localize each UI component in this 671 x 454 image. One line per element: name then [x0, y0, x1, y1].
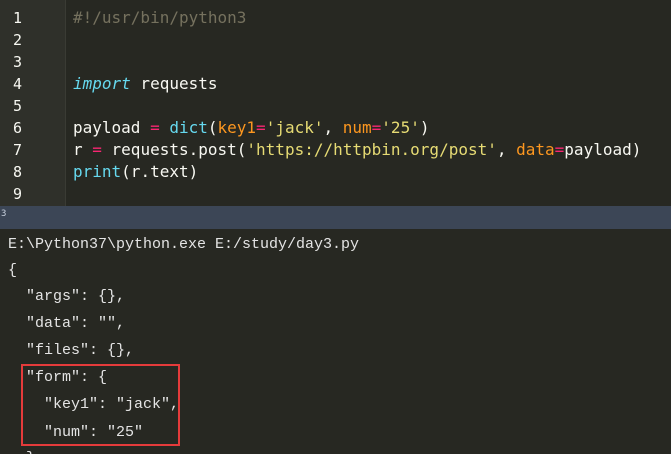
- line-number: 7: [12, 141, 22, 159]
- code-token: #!/usr/bin/python3: [73, 8, 247, 27]
- code-token: =: [92, 140, 102, 159]
- code-token: payload: [73, 118, 151, 137]
- code-token: (: [207, 118, 218, 137]
- code-token: r: [73, 140, 93, 159]
- console-line: "args": {},: [8, 288, 126, 305]
- code-line[interactable]: 8 print(r.text): [0, 161, 671, 183]
- code-token: =: [256, 118, 266, 137]
- line-number: 6: [12, 119, 22, 137]
- line-number: 4: [12, 75, 22, 93]
- console-line: "data": "",: [8, 315, 126, 332]
- line-number: 9: [12, 185, 22, 203]
- line-number: 5: [12, 97, 22, 115]
- line-number: 8: [12, 163, 22, 181]
- divider-label: 3: [1, 209, 7, 219]
- form-highlight-box: [21, 364, 180, 446]
- code-token: ,: [323, 118, 343, 137]
- code-token: ,: [496, 140, 517, 159]
- code-token: =: [150, 118, 160, 137]
- code-text: #!/usr/bin/python3: [73, 7, 246, 29]
- code-token: =: [371, 118, 382, 137]
- code-line[interactable]: 4 import requests: [0, 73, 671, 95]
- panel-divider[interactable]: 3: [0, 206, 671, 229]
- code-token: 'https://httpbin.org/post': [246, 140, 497, 159]
- console-output[interactable]: E:\Python37\python.exe E:/study/day3.py {…: [0, 229, 671, 454]
- code-token: num: [342, 118, 372, 137]
- code-token: 'jack': [265, 118, 324, 137]
- code-line[interactable]: 3: [0, 51, 671, 73]
- code-line[interactable]: 5: [0, 95, 671, 117]
- code-editor[interactable]: 1 #!/usr/bin/python3 2 3 4 import requests 5 6 p…: [0, 0, 671, 206]
- code-token: ): [419, 118, 430, 137]
- console-line: {: [8, 262, 18, 279]
- code-token: import: [73, 74, 131, 93]
- code-token: key1: [217, 118, 257, 137]
- code-text: payload = dict(key1='jack', num='25'): [73, 117, 429, 139]
- code-line[interactable]: 2: [0, 29, 671, 51]
- code-token: dict: [169, 118, 208, 137]
- code-line[interactable]: 9: [0, 183, 671, 205]
- code-token: (r.text): [121, 162, 199, 181]
- code-line[interactable]: 7 r = requests.post('https://httpbin.org/…: [0, 139, 671, 161]
- code-line[interactable]: 6 payload = dict(key1='jack', num='25'): [0, 117, 671, 139]
- line-number: 2: [12, 31, 22, 49]
- line-number: 1: [12, 9, 22, 27]
- code-token: requests.post(: [101, 140, 247, 159]
- code-token: data: [516, 140, 555, 159]
- code-text: print(r.text): [73, 161, 198, 183]
- code-token: print: [73, 162, 122, 181]
- code-text: import requests: [73, 73, 218, 95]
- code-token: payload): [564, 140, 642, 159]
- console-line: "files": {},: [8, 342, 135, 359]
- code-token: =: [554, 140, 565, 159]
- console-line: },: [8, 446, 44, 454]
- code-token: requests: [130, 74, 218, 93]
- code-token: '25': [381, 118, 420, 137]
- code-text: r = requests.post('https://httpbin.org/p…: [73, 139, 641, 161]
- code-line[interactable]: 1 #!/usr/bin/python3: [0, 7, 671, 29]
- console-line: E:\Python37\python.exe E:/study/day3.py: [8, 236, 360, 253]
- line-number: 3: [12, 53, 22, 71]
